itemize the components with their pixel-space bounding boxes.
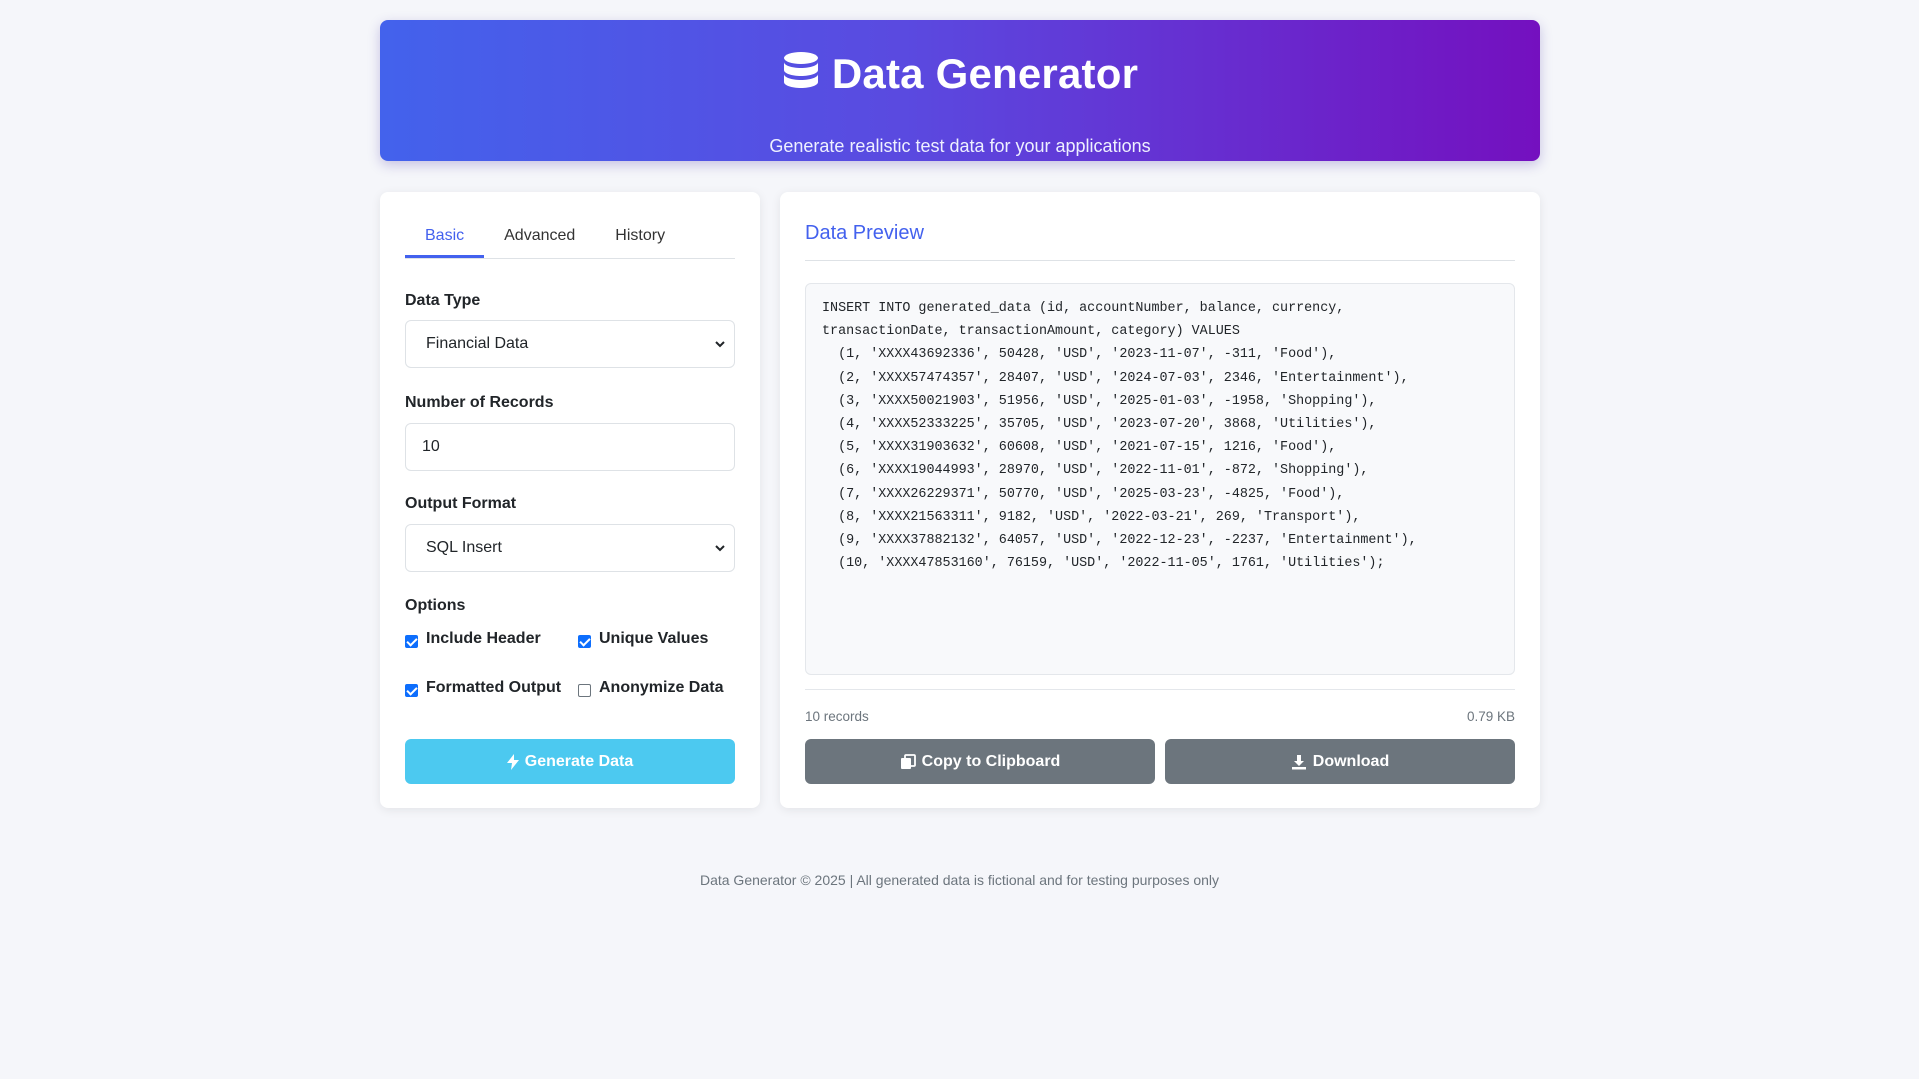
app-title: Data Generator	[831, 50, 1139, 97]
code-content: INSERT INTO generated_data (id, accountN…	[822, 297, 1498, 575]
code-line: (6, 'XXXX19044993', 28970, 'USD', '2022-…	[838, 463, 1369, 479]
settings-tabs: Basic Advanced History	[405, 222, 735, 259]
divider	[805, 260, 1515, 261]
anonymize-data-label: Anonymize Data	[599, 679, 724, 696]
code-line: (1, 'XXXX43692336', 50428, 'USD', '2023-…	[838, 347, 1337, 363]
tab-history[interactable]: History	[595, 222, 685, 258]
formatted-output-label: Formatted Output	[426, 679, 562, 696]
anonymize-data-option[interactable]: Anonymize Data	[578, 679, 723, 697]
download-button[interactable]: Download	[1165, 739, 1515, 784]
code-line: (2, 'XXXX57474357', 28407, 'USD', '2024-…	[838, 370, 1409, 386]
formatted-output-option[interactable]: Formatted Output	[405, 679, 561, 697]
tab-basic[interactable]: Basic	[405, 222, 485, 258]
code-line: (9, 'XXXX37882132', 64057, 'USD', '2022-…	[838, 533, 1417, 549]
include-header-option[interactable]: Include Header	[405, 630, 541, 648]
format-select[interactable]: SQL Insert	[405, 524, 735, 572]
chevron-down-icon	[715, 341, 725, 348]
header-title-row: Data Generator	[380, 50, 1540, 98]
generate-data-button[interactable]: Generate Data	[405, 739, 735, 784]
data-type-value: Financial Data	[426, 335, 529, 352]
code-line: (10, 'XXXX47853160', 76159, 'USD', '2022…	[822, 556, 1385, 572]
code-line: (7, 'XXXX26229371', 50770, 'USD', '2025-…	[838, 486, 1345, 502]
divider	[805, 689, 1515, 690]
file-size: 0.79 KB	[1466, 709, 1515, 724]
data-type-select[interactable]: Financial Data	[405, 320, 735, 368]
records-label: Number of Records	[405, 394, 554, 411]
page-footer: Data Generator © 2025 | All generated da…	[699, 872, 1220, 888]
tab-advanced[interactable]: Advanced	[484, 222, 595, 258]
clipboard-icon	[900, 753, 916, 769]
chevron-down-icon	[715, 545, 725, 552]
copy-label: Copy to Clipboard	[921, 752, 1061, 770]
preview-panel: Data Preview INSERT INTO generated_data …	[780, 192, 1540, 808]
data-type-label: Data Type	[405, 292, 481, 309]
generate-data-label: Generate Data	[524, 752, 634, 770]
settings-panel: Basic Advanced History Data Type Financi…	[380, 192, 760, 808]
download-icon	[1291, 754, 1306, 769]
copy-to-clipboard-button[interactable]: Copy to Clipboard	[805, 739, 1155, 784]
formatted-output-checkbox[interactable]	[405, 683, 418, 697]
record-count: 10 records	[805, 709, 869, 724]
lightning-icon	[506, 753, 519, 770]
unique-values-label: Unique Values	[599, 630, 709, 647]
format-label: Output Format	[405, 495, 517, 512]
options-label: Options	[405, 597, 466, 614]
records-value: 10	[422, 438, 440, 455]
include-header-label: Include Header	[426, 630, 541, 647]
include-header-checkbox[interactable]	[405, 634, 418, 648]
code-line: (3, 'XXXX50021903', 51956, 'USD', '2025-…	[838, 393, 1377, 409]
anonymize-data-checkbox[interactable]	[578, 683, 591, 697]
format-value: SQL Insert	[426, 539, 502, 556]
app-subtitle: Generate realistic test data for your ap…	[769, 136, 1151, 156]
download-label: Download	[1312, 752, 1390, 770]
code-line: transactionDate, transactionAmount, cate…	[822, 324, 1240, 340]
database-icon	[782, 51, 820, 98]
code-line: (4, 'XXXX52333225', 35705, 'USD', '2023-…	[838, 417, 1377, 433]
code-preview[interactable]: INSERT INTO generated_data (id, accountN…	[805, 283, 1515, 675]
records-input[interactable]: 10	[405, 423, 735, 471]
code-line: (8, 'XXXX21563311', 9182, 'USD', '2022-0…	[838, 509, 1361, 525]
unique-values-checkbox[interactable]	[578, 634, 591, 648]
preview-title: Data Preview	[805, 222, 924, 244]
code-line: (5, 'XXXX31903632', 60608, 'USD', '2021-…	[838, 440, 1337, 456]
app-header: Data Generator Generate realistic test d…	[380, 20, 1540, 161]
code-line: INSERT INTO generated_data (id, accountN…	[822, 301, 1345, 316]
unique-values-option[interactable]: Unique Values	[578, 630, 708, 648]
